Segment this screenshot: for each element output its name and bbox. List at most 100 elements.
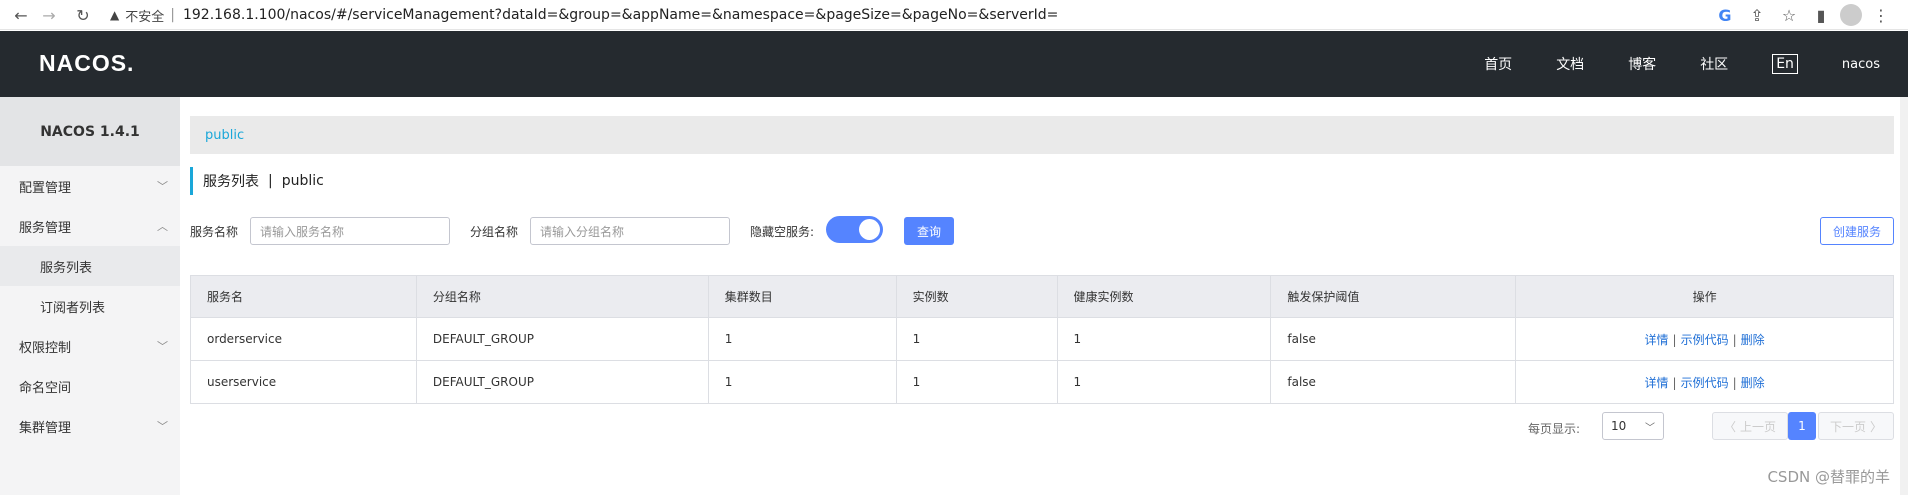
sidebar-item-label: 权限控制 (19, 340, 72, 356)
insecure-label: 不安全 (125, 9, 165, 25)
user-name[interactable]: nacos (1842, 57, 1880, 72)
cell-instance-count: 1 (895, 360, 1058, 404)
page-number-current[interactable]: 1 (1788, 412, 1816, 440)
next-page-button[interactable]: 下一页〉 (1818, 412, 1894, 440)
profile-avatar-icon[interactable] (1840, 4, 1862, 26)
details-link[interactable]: 详情 (1645, 376, 1669, 390)
cell-group-name: DEFAULT_GROUP (415, 317, 709, 361)
back-icon[interactable]: ← (8, 2, 34, 28)
sidebar-item-service-list[interactable]: 服务列表 (0, 246, 180, 286)
chevron-down-icon: ﹀ (157, 340, 168, 353)
main-content: public 服务列表 | public 服务名称 请输入服务名称 分组名称 请… (180, 97, 1908, 495)
chevron-down-icon: ﹀ (157, 180, 168, 193)
share-icon[interactable]: ⇪ (1744, 2, 1770, 28)
star-icon[interactable]: ☆ (1776, 2, 1802, 28)
chevron-up-icon: ︿ (157, 220, 168, 233)
version-label: NACOS 1.4.1 (0, 97, 180, 166)
group-name-input[interactable]: 请输入分组名称 (530, 217, 730, 245)
delete-link[interactable]: 删除 (1741, 376, 1765, 390)
col-instance-count: 实例数 (895, 275, 1058, 318)
chevron-down-icon: ﹀ (157, 420, 168, 433)
col-healthy-instance-count: 健康实例数 (1056, 275, 1272, 318)
sidebar-item-config[interactable]: 配置管理 ﹀ (0, 166, 180, 206)
chevron-right-icon: 〉 (1870, 419, 1883, 434)
prev-page-button[interactable]: 〈上一页 (1712, 412, 1788, 440)
nav-community[interactable]: 社区 (1700, 54, 1728, 74)
sidebar-item-subscribers[interactable]: 订阅者列表 (0, 286, 180, 326)
service-table: 服务名 分组名称 集群数目 实例数 健康实例数 触发保护阈值 操作 orders… (190, 275, 1894, 404)
details-link[interactable]: 详情 (1645, 333, 1669, 347)
sample-code-link[interactable]: 示例代码 (1681, 333, 1729, 347)
next-page-label: 下一页 (1829, 419, 1866, 434)
nav-blog[interactable]: 博客 (1628, 54, 1656, 74)
sidebar: NACOS 1.4.1 配置管理 ﹀ 服务管理 ︿ 服务列表 订阅者列表 权限控制 ﹀… (0, 97, 180, 495)
nav-home[interactable]: 首页 (1484, 54, 1512, 74)
group-name-label: 分组名称 (470, 225, 519, 239)
sidebar-item-label: 服务列表 (40, 260, 93, 276)
sidebar-item-label: 命名空间 (19, 380, 72, 396)
hide-empty-toggle[interactable] (826, 216, 883, 243)
hide-empty-label: 隐藏空服务: (750, 225, 815, 239)
page-title: 服务列表 | public (190, 167, 324, 195)
watermark: CSDN @替罪的羊 (1767, 468, 1890, 486)
pagination: 每页显示: 10 ﹀ 〈上一页 1 下一页〉 (1494, 412, 1894, 440)
cell-instance-count: 1 (895, 317, 1058, 361)
delete-link[interactable]: 删除 (1741, 333, 1765, 347)
cell-protect-threshold: false (1270, 317, 1517, 361)
forward-icon[interactable]: → (36, 2, 62, 28)
cell-group-name: DEFAULT_GROUP (415, 360, 709, 404)
nacos-logo[interactable]: NACOS. (39, 50, 134, 77)
sidebar-item-service[interactable]: 服务管理 ︿ (0, 206, 180, 246)
page-size-value: 10 (1611, 419, 1627, 433)
service-name-label: 服务名称 (190, 225, 239, 239)
nav-docs[interactable]: 文档 (1556, 54, 1584, 74)
chevron-down-icon: ﹀ (1645, 422, 1655, 434)
sidepanel-icon[interactable]: ▮ (1808, 2, 1834, 28)
address-bar[interactable]: ▲ 不安全 | 192.168.1.100/nacos/#/serviceMan… (110, 3, 1710, 27)
page-size-select[interactable]: 10 ﹀ (1602, 412, 1664, 440)
table-header-row: 服务名 分组名称 集群数目 实例数 健康实例数 触发保护阈值 操作 (190, 275, 1894, 318)
sidebar-item-namespace[interactable]: 命名空间 (0, 366, 180, 406)
sample-code-link[interactable]: 示例代码 (1681, 376, 1729, 390)
page-title-namespace: public (281, 173, 324, 189)
top-nav-links: 首页 文档 博客 社区 En nacos (1484, 31, 1908, 97)
col-actions: 操作 (1515, 275, 1894, 318)
col-group-name: 分组名称 (415, 275, 709, 318)
page-title-label: 服务列表 (203, 174, 259, 190)
google-icon[interactable]: G (1712, 2, 1738, 28)
page-scrollbar[interactable] (1900, 97, 1908, 495)
sidebar-item-auth[interactable]: 权限控制 ﹀ (0, 326, 180, 366)
cell-service-name: userservice (190, 360, 417, 404)
browser-toolbar: ← → ↻ ▲ 不安全 | 192.168.1.100/nacos/#/serv… (0, 0, 1908, 30)
language-toggle[interactable]: En (1772, 54, 1798, 74)
cell-protect-threshold: false (1270, 360, 1517, 404)
cell-actions: 详情 | 示例代码 | 删除 (1515, 317, 1894, 361)
reload-icon[interactable]: ↻ (70, 2, 96, 28)
prev-page-label: 上一页 (1740, 419, 1777, 434)
warning-icon: ▲ (110, 8, 120, 22)
action-sep: | (1672, 375, 1677, 390)
menu-icon[interactable]: ⋮ (1868, 2, 1894, 28)
page-title-sep: | (268, 173, 273, 189)
cell-cluster-count: 1 (707, 317, 897, 361)
query-button[interactable]: 查询 (904, 217, 954, 245)
cell-service-name: orderservice (190, 317, 417, 361)
sidebar-item-label: 订阅者列表 (40, 300, 106, 316)
cell-healthy-count: 1 (1056, 317, 1272, 361)
page-size-label: 每页显示: (1527, 422, 1580, 436)
table-row: userservice DEFAULT_GROUP 1 1 1 false 详情… (190, 360, 1894, 404)
table-row: orderservice DEFAULT_GROUP 1 1 1 false 详… (190, 317, 1894, 361)
sidebar-item-cluster[interactable]: 集群管理 ﹀ (0, 406, 180, 446)
namespace-bar: public (190, 116, 1894, 154)
action-sep: | (1732, 375, 1737, 390)
sidebar-item-label: 服务管理 (19, 220, 72, 236)
url-text[interactable]: 192.168.1.100/nacos/#/serviceManagement?… (183, 7, 1058, 23)
url-separator: | (170, 7, 175, 23)
sidebar-item-label: 集群管理 (19, 420, 72, 436)
namespace-link-public[interactable]: public (205, 128, 244, 143)
chevron-left-icon: 〈 (1723, 419, 1736, 434)
service-name-input[interactable]: 请输入服务名称 (250, 217, 450, 245)
cell-healthy-count: 1 (1056, 360, 1272, 404)
create-service-button[interactable]: 创建服务 (1820, 217, 1894, 245)
top-navbar: NACOS. 首页 文档 博客 社区 En nacos (0, 31, 1908, 97)
